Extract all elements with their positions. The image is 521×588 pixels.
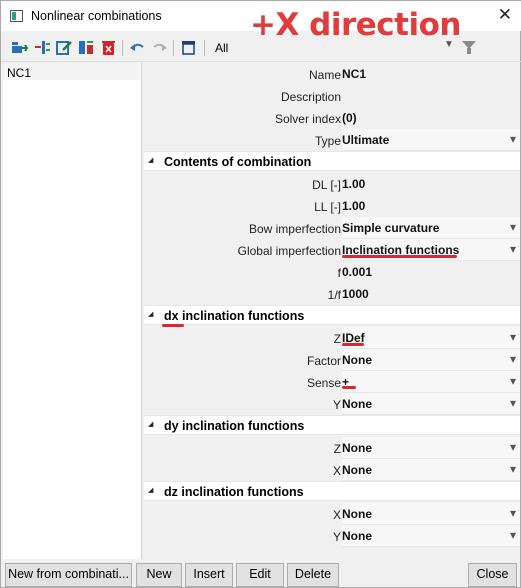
chevron-down-icon[interactable]: ▼ [444, 39, 454, 50]
inv-f-field[interactable]: 1000 [342, 283, 520, 305]
bow-imperfection-select[interactable]: Simple curvature [342, 217, 520, 239]
insert-button[interactable]: Insert [185, 563, 233, 587]
new-button[interactable]: New [136, 563, 182, 587]
prop-label: Y [332, 398, 341, 412]
section-title: dx inclination functions [164, 309, 305, 323]
edit-button[interactable]: Edit [236, 563, 284, 587]
prop-row-solver-index: Solver index (0) [144, 107, 520, 129]
dx-factor-select[interactable]: None [342, 349, 520, 371]
section-dx[interactable]: ◢ dx inclination functions [144, 305, 520, 325]
table-view-icon[interactable] [180, 39, 197, 56]
prop-row-dx-z: Z IDef [144, 327, 520, 349]
prop-label: Y [332, 530, 341, 544]
toolbar: All ▼ [1, 34, 521, 62]
edit-item-icon[interactable] [56, 39, 73, 56]
prop-label: Type [314, 134, 341, 148]
prop-row-dx-factor: Factor None [144, 349, 520, 371]
dl-coeff-field[interactable]: 1.00 [342, 173, 520, 195]
prop-label: Z [333, 442, 341, 456]
prop-row-dx-sense: Sense + [144, 371, 520, 393]
new-item-icon[interactable] [11, 39, 28, 56]
section-dy[interactable]: ◢ dy inclination functions [144, 415, 520, 435]
prop-row-global: Global imperfection Inclination function… [144, 239, 520, 261]
type-select[interactable]: Ultimate [342, 129, 520, 151]
prop-row-ll: LL [-] 1.00 [144, 195, 520, 217]
toolbar-separator [122, 40, 123, 56]
ll-coeff-field[interactable]: 1.00 [342, 195, 520, 217]
collapse-icon[interactable]: ◢ [148, 156, 153, 164]
property-grid: Name NC1 Description Solver index (0) Ty… [144, 63, 520, 559]
solver-index-value: (0) [342, 111, 357, 125]
delete-item-icon[interactable] [100, 39, 117, 56]
section-title: dz inclination functions [164, 485, 304, 499]
prop-row-bow: Bow imperfection Simple curvature [144, 217, 520, 239]
new-from-combination-button[interactable]: New from combinati... [5, 563, 132, 587]
dy-z-select[interactable]: None [342, 437, 520, 459]
description-field[interactable] [342, 85, 520, 107]
copy-item-icon[interactable] [78, 39, 95, 56]
toolbar-separator [173, 40, 174, 56]
dx-sense-select[interactable]: + [342, 371, 520, 393]
filter-select[interactable]: All [215, 41, 228, 55]
highlight-underline [342, 343, 364, 346]
prop-row-dl: DL [-] 1.00 [144, 173, 520, 195]
section-title: dy inclination functions [164, 419, 305, 433]
collapse-icon[interactable]: ◢ [148, 310, 153, 318]
close-button[interactable]: Close [468, 563, 517, 587]
redo-icon[interactable] [151, 39, 168, 56]
prop-label: Name [308, 68, 341, 82]
section-contents[interactable]: ◢ Contents of combination [144, 151, 520, 171]
prop-label: 1/f [327, 288, 341, 302]
prop-label: X [332, 508, 341, 522]
section-title: Contents of combination [164, 155, 312, 169]
highlight-underline [342, 386, 356, 389]
prop-label: Description [280, 90, 341, 104]
dz-y-select[interactable]: None [342, 525, 520, 547]
prop-label: Sense [306, 376, 341, 390]
prop-label: f [337, 266, 341, 280]
prop-label: Bow imperfection [248, 222, 341, 236]
delete-button[interactable]: Delete [287, 563, 339, 587]
dx-y-select[interactable]: None [342, 393, 520, 415]
collapse-icon[interactable]: ◢ [148, 420, 153, 428]
nonlinear-combinations-window: Nonlinear combinations ✕ +X direction Al… [0, 0, 521, 588]
prop-label: Global imperfection [237, 244, 341, 258]
window-title: Nonlinear combinations [31, 9, 162, 23]
prop-label: LL [-] [314, 200, 341, 214]
prop-label: Factor [306, 354, 341, 368]
dz-x-select[interactable]: None [342, 503, 520, 525]
section-dz[interactable]: ◢ dz inclination functions [144, 481, 520, 501]
prop-label: Solver index [274, 112, 341, 126]
combination-list: NC1 [3, 63, 142, 559]
filter-funnel-icon[interactable] [462, 41, 476, 54]
prop-row-dz-x: X None [144, 503, 520, 525]
prop-row-inv-f: 1/f 1000 [144, 283, 520, 305]
prop-row-dy-x: X None [144, 459, 520, 481]
close-icon[interactable]: ✕ [498, 5, 512, 25]
list-item[interactable]: NC1 [3, 63, 140, 80]
toolbar-separator [204, 40, 205, 56]
prop-label: Z [333, 332, 341, 346]
dy-x-select[interactable]: None [342, 459, 520, 481]
prop-row-dx-y: Y None [144, 393, 520, 415]
name-field[interactable]: NC1 [342, 63, 520, 85]
f-field[interactable]: 0.001 [342, 261, 520, 283]
prop-row-type: Type Ultimate [144, 129, 520, 151]
button-bar: New from combinati... New Insert Edit De… [1, 562, 521, 588]
prop-row-description: Description [144, 85, 520, 107]
prop-label: DL [-] [312, 178, 341, 192]
prop-label: X [332, 464, 341, 478]
prop-row-dy-z: Z None [144, 437, 520, 459]
prop-row-name: Name NC1 [144, 63, 520, 85]
prop-row-dz-y: Y None [144, 525, 520, 547]
highlight-underline [162, 324, 184, 327]
undo-icon[interactable] [129, 39, 146, 56]
insert-item-icon[interactable] [34, 39, 51, 56]
highlight-underline [342, 255, 457, 258]
app-icon [10, 10, 23, 22]
dx-z-select[interactable]: IDef [342, 327, 520, 349]
collapse-icon[interactable]: ◢ [148, 486, 153, 494]
prop-row-f: f 0.001 [144, 261, 520, 283]
